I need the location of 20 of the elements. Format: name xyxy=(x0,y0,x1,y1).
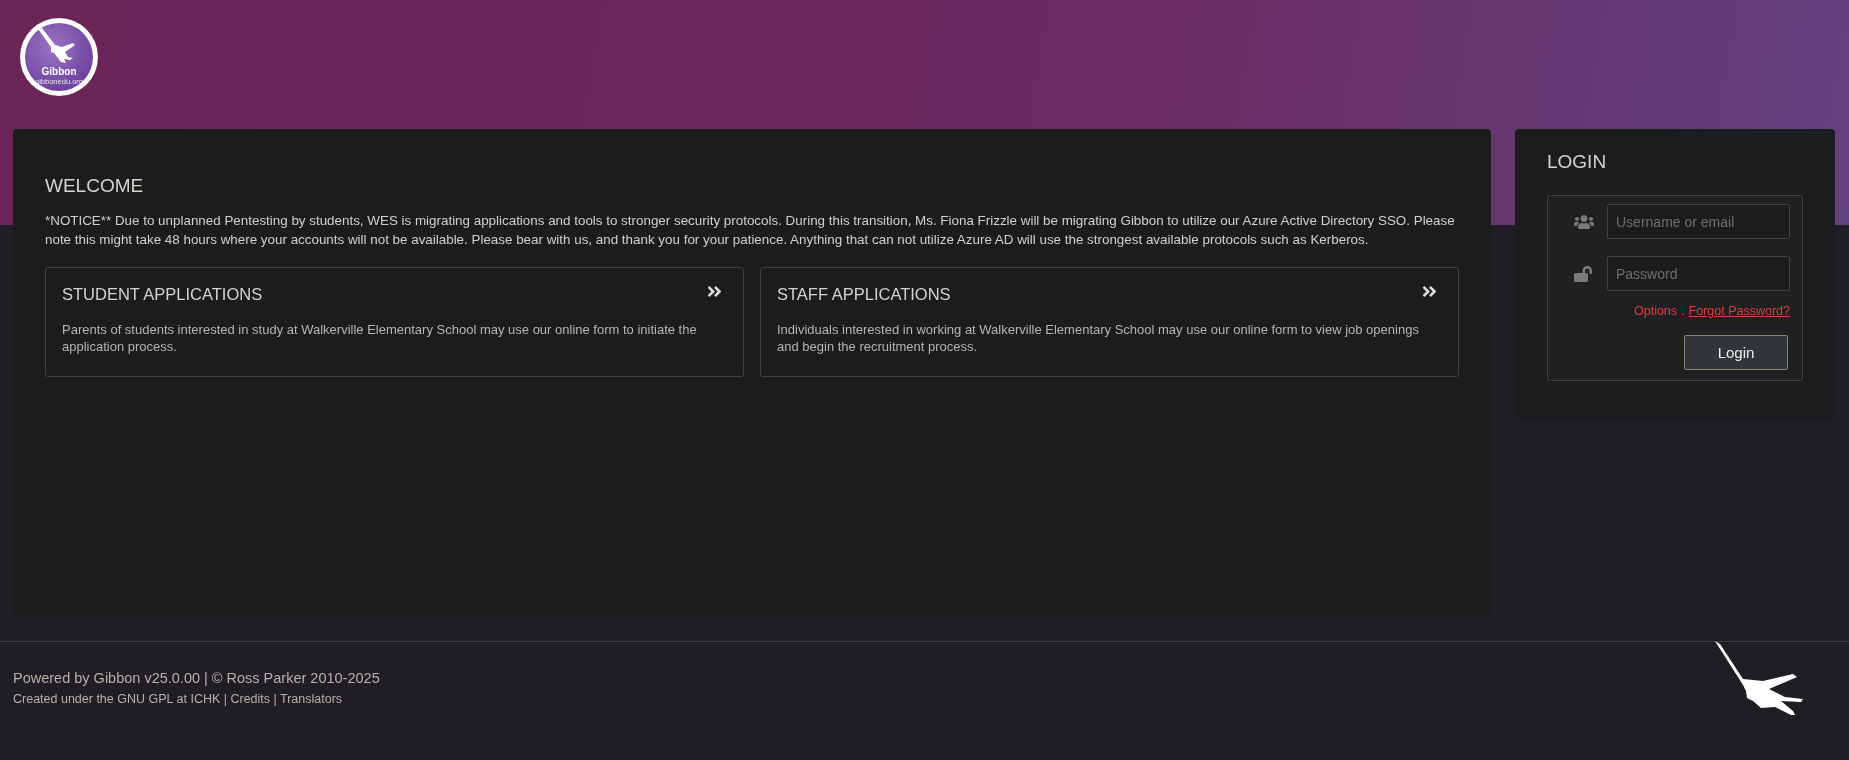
footer-text: Created under the GNU GPL at ICHK | Credits | Translators xyxy=(13,692,344,706)
card-description: Individuals interested in working at Walkerville Elementary School may use our online form to view job openings and begin the recruitment process. xyxy=(777,321,1420,355)
forgot-password-link[interactable]: Forgot Password? xyxy=(1688,304,1790,318)
separator-text: . xyxy=(1681,304,1685,318)
application-card[interactable]: STUDENT APPLICATIONS Parents of students interested in study at Walkerville Elementary School may use our online form to initiate the application process. xyxy=(45,267,744,377)
login-button[interactable]: Login xyxy=(1684,335,1788,370)
card-title: STUDENT APPLICATIONS xyxy=(62,285,263,304)
notice-text: *NOTICE** Due to unplanned Pentesting by students, WES is migrating applications and tools to stronger security protocols. During this transition, Ms. Fiona Frizzle will be migrating Gibbon to utilize our Azure Active Directory SSO. Please note this might take 48 hours where your accounts will not be available. Please bear with us, and thank you for your patience. Anything that can not utilize Azure AD will use the strongest available protocols such as Kerberos. xyxy=(45,212,1456,249)
password-field[interactable]: Password xyxy=(1607,256,1790,291)
card-title: STAFF APPLICATIONS xyxy=(777,285,951,304)
login-title: LOGIN xyxy=(1547,151,1608,173)
card-description: Parents of students interested in study at Walkerville Elementary School may use our online form to initiate the application process. xyxy=(62,321,698,355)
footer-text: Powered by Gibbon v25.0.00 | © Ross Parker 2010-2025 xyxy=(13,670,380,686)
double-chevron-icon[interactable] xyxy=(1421,283,1438,300)
application-card[interactable]: STAFF APPLICATIONS Individuals interested in working at Walkerville Elementary School may use our online form to view job openings and begin the recruitment process. xyxy=(760,267,1459,377)
double-chevron-icon[interactable] xyxy=(706,283,723,300)
username-field[interactable]: Username or email xyxy=(1607,204,1790,239)
padlock-icon xyxy=(1574,264,1592,283)
options-link[interactable]: Options xyxy=(1634,304,1678,318)
welcome-title: WELCOME xyxy=(45,175,145,197)
